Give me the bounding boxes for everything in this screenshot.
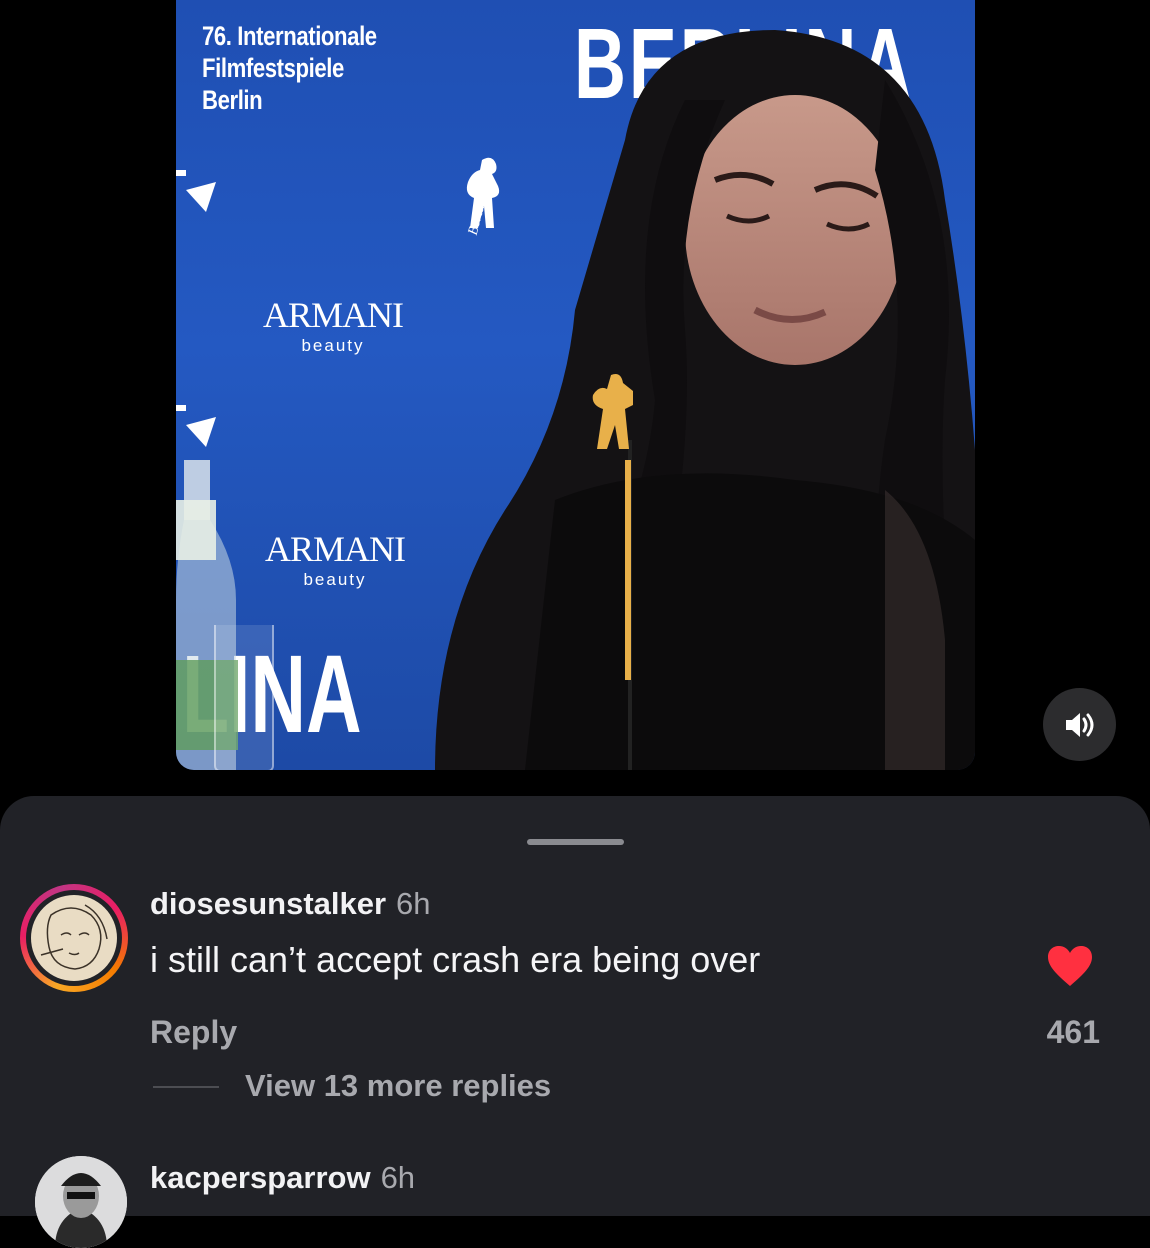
like-heart-icon[interactable] bbox=[1046, 944, 1094, 988]
comment-time: 6h bbox=[380, 1160, 416, 1195]
speaker-on-icon bbox=[1065, 712, 1093, 737]
like-count: 461 bbox=[1046, 1014, 1100, 1050]
comment-time: 6h bbox=[396, 886, 431, 921]
comments-sheet: diosesunstalker 6h i still can’t accept c… bbox=[0, 796, 1150, 1248]
festival-title: 76. Internationale Filmfestspiele Berlin bbox=[202, 21, 377, 115]
water-glass bbox=[214, 625, 274, 770]
sheet-drag-handle[interactable] bbox=[527, 839, 624, 845]
sponsor-logo-2: ARMANI beauty bbox=[264, 529, 406, 589]
avatar[interactable] bbox=[35, 1156, 127, 1248]
comment-text: i still can’t accept crash era being ove… bbox=[150, 939, 761, 980]
avatar bbox=[31, 895, 117, 981]
replies-divider bbox=[153, 1086, 219, 1088]
story-ring-avatar[interactable] bbox=[20, 884, 128, 992]
comment-username[interactable]: diosesunstalker 6h bbox=[150, 886, 431, 922]
view-more-replies-button[interactable]: View 13 more replies bbox=[245, 1068, 551, 1104]
video-player[interactable]: 76. Internationale Filmfestspiele Berlin… bbox=[176, 0, 975, 770]
reply-button[interactable]: Reply bbox=[150, 1014, 237, 1051]
comment-username[interactable]: kacpersparrow 6h bbox=[150, 1160, 415, 1196]
volume-toggle-button[interactable] bbox=[1043, 688, 1116, 761]
partial-logo-left bbox=[176, 170, 216, 212]
sponsor-logo-1: ARMANI beauty bbox=[262, 295, 404, 355]
speaker-person-image bbox=[435, 30, 975, 770]
